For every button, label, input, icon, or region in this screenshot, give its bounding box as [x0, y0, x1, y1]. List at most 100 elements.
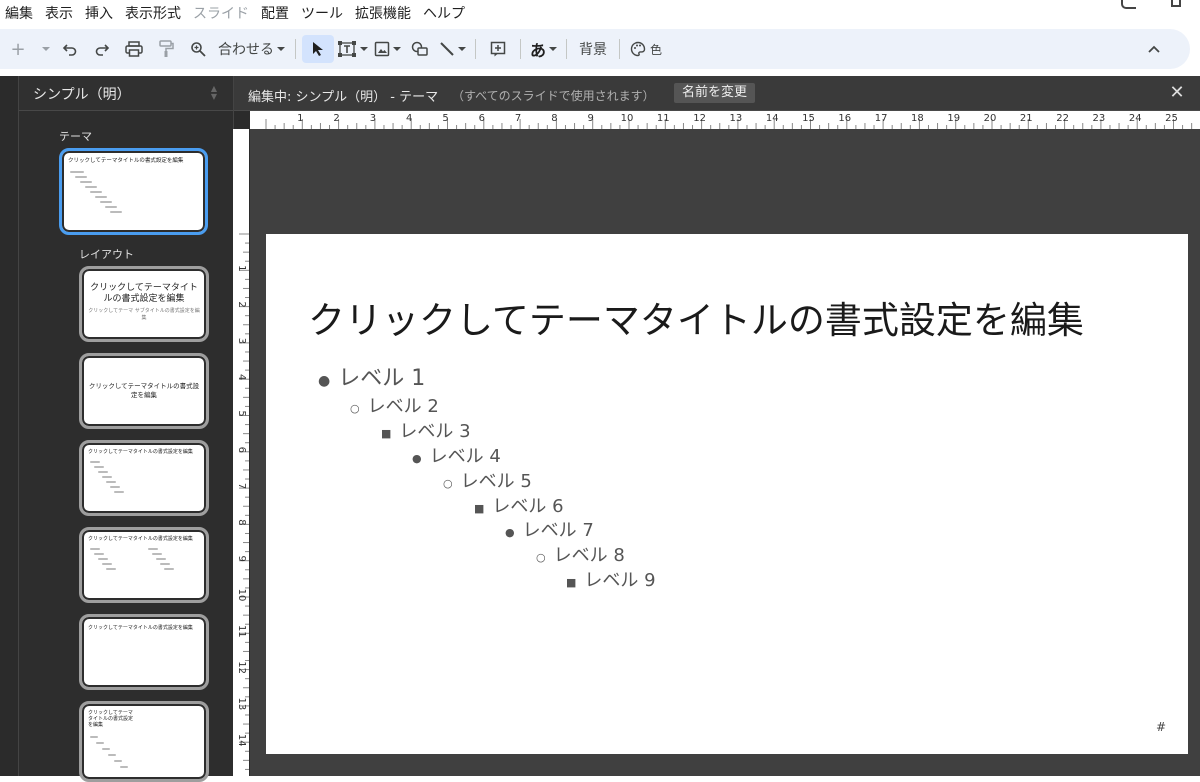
- ruler-label: 24: [1129, 113, 1142, 124]
- ruler-label: 9: [588, 113, 594, 124]
- level-text: レベル 4: [429, 446, 501, 467]
- ruler-label: 2: [236, 301, 247, 307]
- menu-insert[interactable]: 挿入: [80, 3, 120, 23]
- background-label: 背景: [579, 42, 608, 58]
- ruler-label: 25: [1165, 113, 1178, 124]
- theme-slide[interactable]: クリックしてテーマタイトルの書式設定を編集 ● レベル 1 ○ レベル 2 ■ レベル…: [266, 234, 1188, 754]
- ruler-label: 9: [236, 556, 247, 562]
- ruler-label: 11: [657, 113, 670, 124]
- ruler-label: 18: [911, 113, 924, 124]
- body-level-8[interactable]: ○ レベル 8: [536, 541, 625, 567]
- add-dropdown-icon[interactable]: [34, 35, 54, 63]
- thumbnail-title: クリックしてテーマタイトルの書式設定を編集: [88, 536, 193, 542]
- bullet-marker: ●: [412, 452, 422, 465]
- bullet-marker: ○: [536, 551, 546, 564]
- theme-name: シンプル（明）: [33, 87, 131, 103]
- theme-section-label: テーマ: [59, 130, 92, 143]
- thumbnail-title: クリックしてテーマタイトルの書式設定を編集: [68, 158, 184, 164]
- text-box-icon[interactable]: [334, 35, 371, 63]
- layout-thumbnail-one-column[interactable]: クリックしてテーマタイトルの書式設定を編集: [79, 701, 209, 782]
- ruler-label: 8: [236, 519, 247, 525]
- rename-button[interactable]: 名前を変更: [674, 83, 756, 103]
- toolbar-divider: [295, 39, 296, 59]
- layout-thumbnail-two-columns[interactable]: クリックしてテーマタイトルの書式設定を編集: [79, 527, 209, 603]
- redo-icon[interactable]: [86, 35, 118, 63]
- body-level-7[interactable]: ● レベル 7: [505, 516, 594, 542]
- palette-button[interactable]: 色: [626, 35, 666, 63]
- horizontal-ruler: 1 2 3 4 5 6 7 8 9 10 11 12 13 14 15 16 17 18 19 20 21 22 23 24 2…: [250, 111, 1200, 129]
- zoom-icon[interactable]: [182, 35, 214, 63]
- add-icon[interactable]: +: [2, 35, 34, 63]
- paint-format-icon[interactable]: [150, 35, 182, 63]
- top-right-icons: [1060, 0, 1200, 20]
- editing-note: （すべてのスライドで使用されます）: [452, 89, 655, 103]
- editing-title: 編集中: シンプル（明） - テーマ: [248, 90, 439, 105]
- thumbnail-title: クリックしてテーマタイトルの書式設定を編集: [88, 449, 193, 455]
- body-level-6[interactable]: ■ レベル 6: [474, 492, 564, 518]
- input-tools-label: あ: [530, 41, 547, 60]
- ruler-label: 13: [236, 698, 247, 711]
- theme-sidebar: シンプル（明） ▲ ▼ テーマ クリックしてテーマタイトルの書式設定を編集 レイア…: [18, 76, 245, 782]
- palette-icon: [630, 41, 646, 57]
- body-level-9[interactable]: ■ レベル 9: [566, 566, 656, 592]
- body-level-1[interactable]: ● レベル 1: [318, 360, 425, 392]
- menu-bar: 編集 表示 挿入 表示形式 スライド 配置 ツール 拡張機能 ヘルプ: [0, 0, 1200, 26]
- menu-edit[interactable]: 編集: [0, 3, 40, 23]
- level-text: レベル 6: [492, 496, 564, 517]
- ruler-label: 5: [442, 113, 448, 124]
- menu-slide[interactable]: スライド: [188, 3, 256, 23]
- line-icon[interactable]: [436, 35, 469, 63]
- zoom-label: 合わせる: [218, 42, 274, 58]
- bullet-marker: ●: [505, 526, 515, 539]
- menu-format[interactable]: 表示形式: [120, 3, 188, 23]
- zoom-dropdown[interactable]: 合わせる: [214, 35, 289, 63]
- ruler-label: 8: [551, 113, 557, 124]
- collapse-icon[interactable]: [1138, 35, 1170, 63]
- body-level-5[interactable]: ○ レベル 5: [443, 467, 532, 493]
- thumbnail-title: クリックしてテーマタイトルの書式設定を編集: [88, 625, 193, 631]
- bullet-marker: ○: [443, 477, 453, 490]
- body-level-3[interactable]: ■ レベル 3: [381, 417, 471, 443]
- bullet-marker: ○: [350, 402, 360, 415]
- theme-thumbnail[interactable]: クリックしてテーマタイトルの書式設定を編集: [59, 148, 208, 235]
- ruler-label: 21: [1020, 113, 1033, 124]
- image-icon[interactable]: [371, 35, 404, 63]
- ruler-label: 3: [370, 113, 376, 124]
- undo-icon[interactable]: [54, 35, 86, 63]
- editing-header: 編集中: シンプル（明） - テーマ （すべてのスライドで使用されます） 名前を…: [234, 76, 1200, 111]
- layout-thumbnail-title-only[interactable]: クリックしてテーマタイトルの書式設定を編集: [79, 614, 209, 690]
- bullet-marker: ●: [318, 373, 331, 389]
- canvas[interactable]: クリックしてテーマタイトルの書式設定を編集 ● レベル 1 ○ レベル 2 ■ レベル…: [250, 129, 1200, 776]
- print-icon[interactable]: [118, 35, 150, 63]
- menu-extensions[interactable]: 拡張機能: [350, 3, 418, 23]
- thumbnail-title: クリックしてテーマタイトルの書式設定を編集: [90, 283, 198, 304]
- theme-selector[interactable]: シンプル（明） ▲ ▼: [19, 76, 233, 111]
- menu-arrange[interactable]: 配置: [256, 3, 296, 23]
- vertical-ruler: 1 2 3 4 5 6 7 8 9 10 11 12 13 14: [233, 129, 249, 776]
- menu-help[interactable]: ヘルプ: [418, 3, 472, 23]
- ruler-label: 14: [766, 113, 779, 124]
- close-icon[interactable]: ✕: [1166, 82, 1188, 104]
- slide-title-placeholder[interactable]: クリックしてテーマタイトルの書式設定を編集: [308, 290, 1084, 344]
- comment-icon[interactable]: [482, 35, 514, 63]
- slide-number-placeholder[interactable]: #: [1156, 720, 1166, 734]
- level-text: レベル 1: [338, 366, 426, 391]
- background-button[interactable]: 背景: [573, 35, 613, 63]
- menu-tools[interactable]: ツール: [296, 3, 350, 23]
- body-level-4[interactable]: ● レベル 4: [412, 442, 501, 468]
- body-level-2[interactable]: ○ レベル 2: [350, 392, 439, 418]
- ruler-label: 2: [333, 113, 339, 124]
- ruler-label: 6: [236, 447, 247, 453]
- layout-thumbnail-title[interactable]: クリックしてテーマタイトルの書式設定を編集 クリックしてテーマ サブタイトルの書…: [79, 266, 209, 342]
- sort-arrows-icon: ▲ ▼: [210, 84, 218, 101]
- menu-view[interactable]: 表示: [40, 3, 80, 23]
- level-text: レベル 7: [522, 520, 594, 541]
- input-tools-icon[interactable]: あ: [527, 35, 560, 63]
- shape-icon[interactable]: [404, 35, 436, 63]
- layout-thumbnail-section[interactable]: クリックしてテーマタイトルの書式設定を編集: [79, 353, 209, 429]
- layout-thumbnail-title-body[interactable]: クリックしてテーマタイトルの書式設定を編集: [79, 440, 209, 516]
- bullet-marker: ■: [474, 502, 485, 515]
- select-icon[interactable]: [302, 35, 334, 63]
- bullet-marker: ■: [566, 576, 577, 589]
- ruler-label: 10: [621, 113, 634, 124]
